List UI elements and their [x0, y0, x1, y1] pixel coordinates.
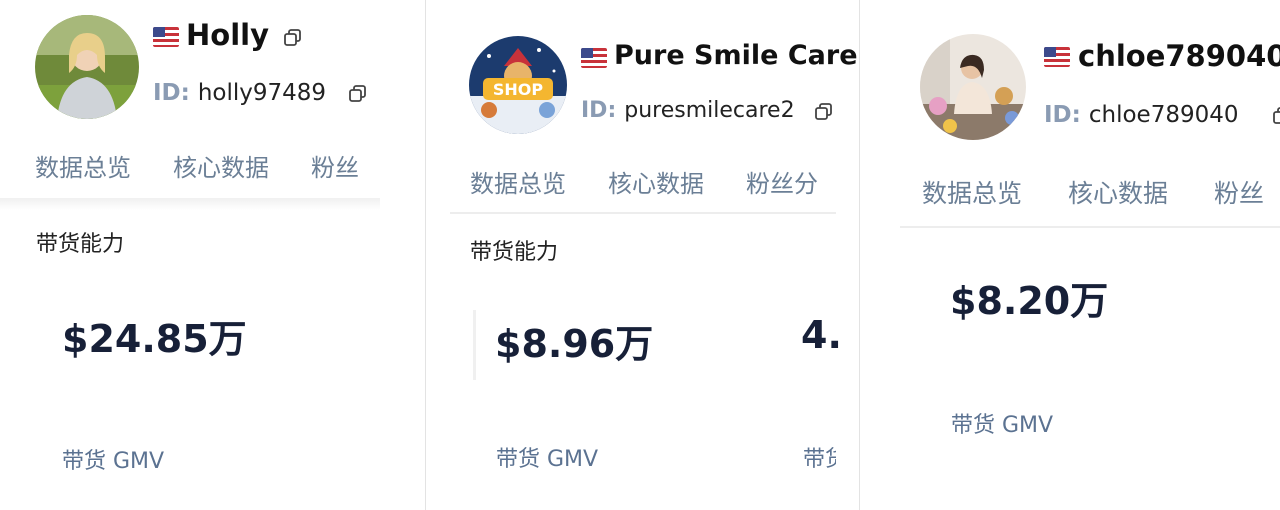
- us-flag-icon: [581, 48, 607, 68]
- copy-icon[interactable]: [1272, 106, 1280, 126]
- tab-core-data[interactable]: 核心数据: [173, 148, 269, 183]
- tabs-divider: [900, 226, 1280, 228]
- user-id: puresmilecare2: [624, 98, 795, 123]
- profile-card-holly: Holly ID: holly97489 数据总览 核心数据 粉丝 带货能力 $24.…: [0, 0, 425, 510]
- tab-fans[interactable]: 粉丝: [311, 148, 359, 183]
- gmv-label: 带货 GMV: [62, 449, 165, 474]
- avatar[interactable]: [35, 15, 139, 119]
- user-id: chloe789040: [1088, 102, 1239, 128]
- profile-name: chloe789040: [1078, 39, 1280, 73]
- id-label: ID:: [1044, 102, 1081, 128]
- svg-text:SHOP: SHOP: [493, 80, 544, 99]
- tabs-divider: [0, 198, 380, 210]
- tab-fans[interactable]: 粉丝分: [746, 164, 818, 199]
- profile-tabs: 数据总览 核心数据 粉丝: [35, 148, 380, 183]
- copy-icon[interactable]: [814, 102, 834, 122]
- tab-core-data[interactable]: 核心数据: [608, 164, 704, 199]
- id-label: ID:: [581, 98, 617, 123]
- gmv-value: $8.96万: [495, 322, 654, 366]
- tab-overview[interactable]: 数据总览: [922, 174, 1022, 210]
- us-flag-icon: [1044, 47, 1070, 67]
- profile-tabs: 数据总览 核心数据 粉丝: [922, 174, 1280, 210]
- second-metric-value: 4.: [801, 313, 842, 357]
- user-id: holly97489: [197, 80, 327, 106]
- tab-overview[interactable]: 数据总览: [470, 164, 566, 199]
- tab-core-data[interactable]: 核心数据: [1068, 174, 1168, 210]
- profile-card-chloe789040: chloe789040 ID: chloe789040 数据总览 核心数据 粉丝 $8…: [860, 0, 1280, 510]
- user-id-row: ID: chloe789040: [1044, 102, 1239, 128]
- profile-name: Holly: [186, 18, 269, 52]
- gmv-label: 带货 GMV: [496, 447, 599, 472]
- tab-fans[interactable]: 粉丝: [1214, 174, 1264, 210]
- id-label: ID:: [153, 80, 190, 106]
- second-metric-label: 带货: [803, 447, 836, 472]
- section-title: 带货能力: [36, 232, 125, 257]
- gmv-value: $8.20万: [950, 279, 1109, 323]
- section-title: 带货能力: [470, 240, 559, 265]
- gmv-value: $24.85万: [62, 317, 247, 361]
- copy-icon[interactable]: [283, 28, 303, 48]
- tab-overview[interactable]: 数据总览: [35, 148, 131, 183]
- profile-card-pure-smile-care: SHOP Pure Smile Care ID: puresmilecare2 数…: [426, 0, 859, 510]
- metric-card-edge: [473, 310, 476, 380]
- user-id-row: ID: holly97489: [153, 80, 326, 106]
- avatar[interactable]: [920, 34, 1026, 140]
- us-flag-icon: [153, 27, 179, 47]
- profile-tabs: 数据总览 核心数据 粉丝分: [470, 164, 836, 199]
- copy-icon[interactable]: [348, 84, 368, 104]
- user-id-row: ID: puresmilecare2: [581, 98, 795, 123]
- profile-name: Pure Smile Care: [614, 40, 858, 71]
- gmv-label: 带货 GMV: [951, 413, 1054, 438]
- avatar[interactable]: SHOP: [469, 36, 567, 134]
- tabs-divider: [450, 212, 836, 214]
